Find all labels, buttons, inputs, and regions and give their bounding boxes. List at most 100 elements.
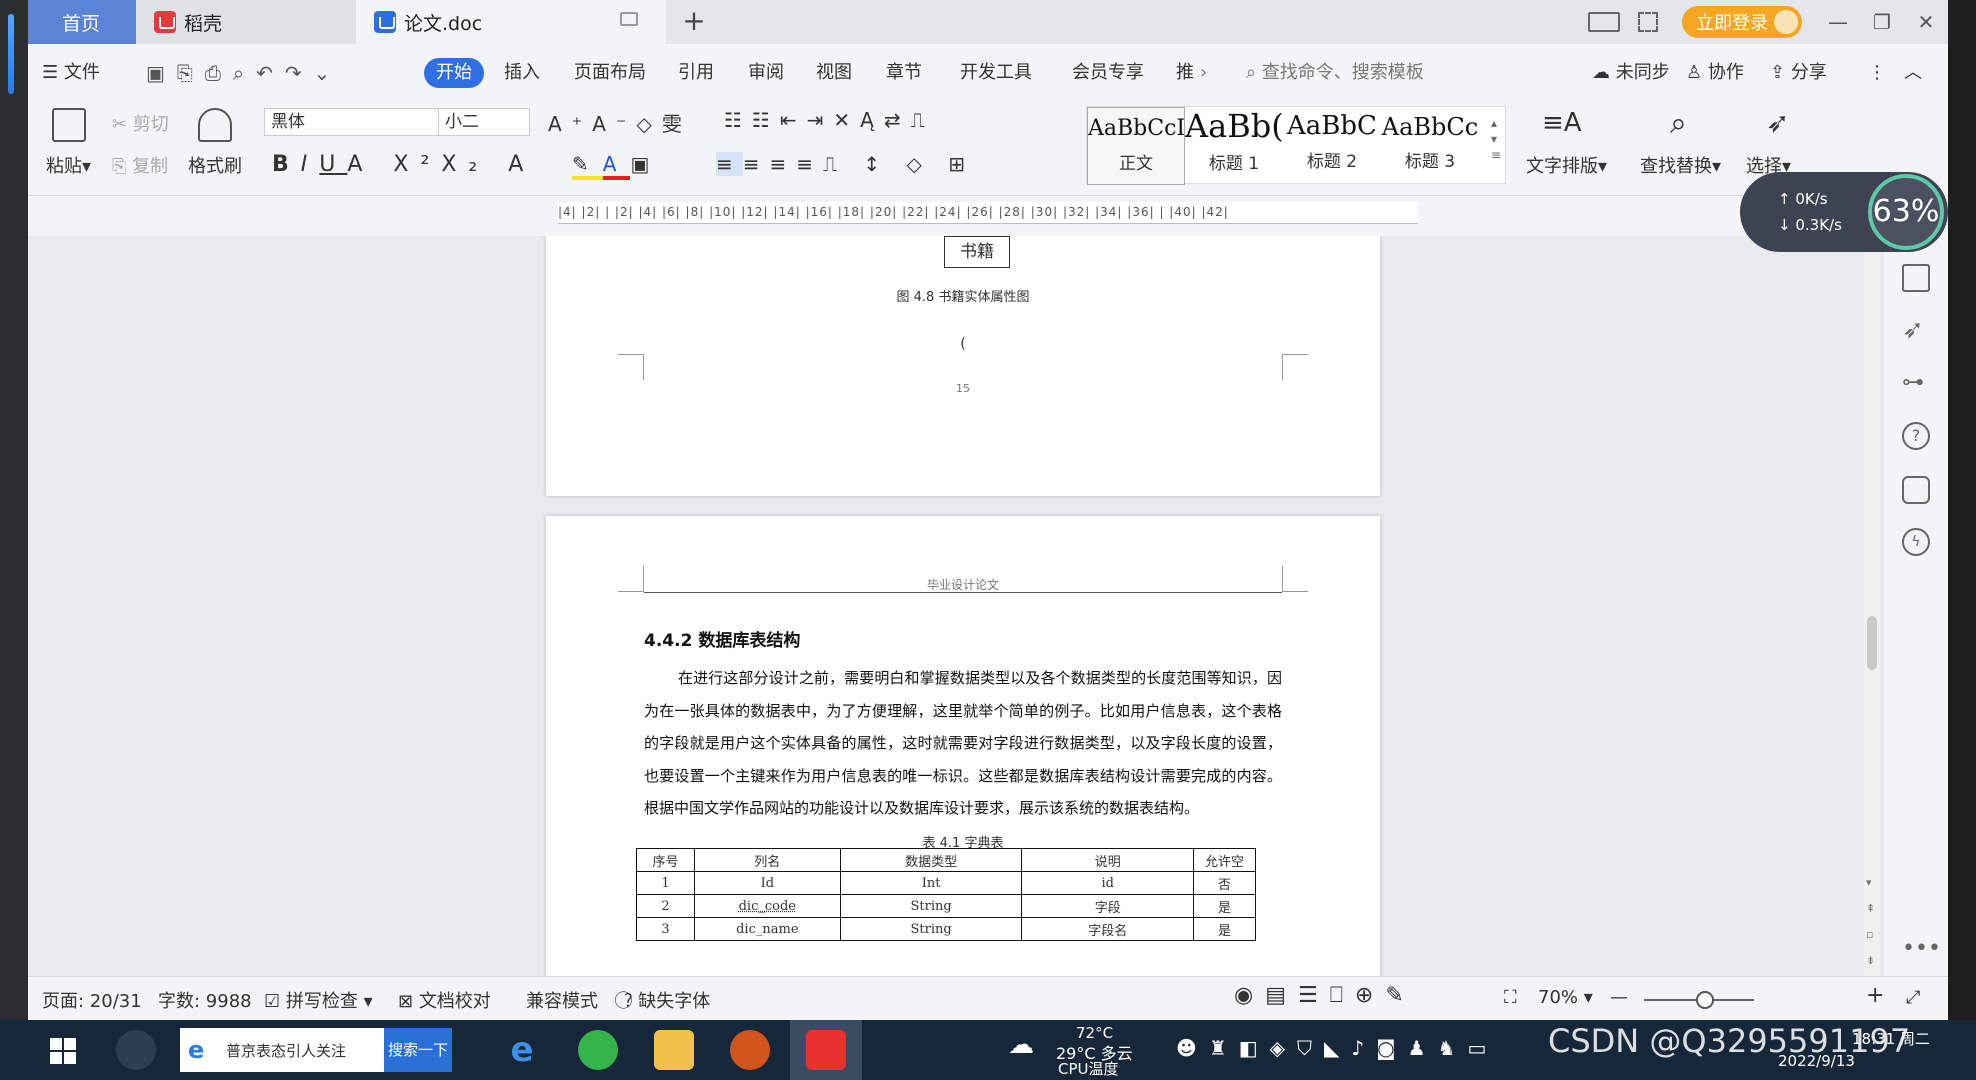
menu-insert[interactable]: 插入 <box>504 58 540 88</box>
zoom-out-button[interactable]: — <box>1610 987 1628 1008</box>
more-options-icon[interactable]: ⋮ <box>1868 58 1886 88</box>
tab-monitor-icon[interactable] <box>620 12 638 26</box>
app-s-icon[interactable] <box>116 1030 156 1070</box>
paste-icon[interactable] <box>52 108 86 142</box>
collapse-ribbon-icon[interactable]: ︿ <box>1904 58 1922 88</box>
network-monitor-widget[interactable]: ↑ 0K/s ↓ 0.3K/s 63% <box>1740 172 1948 252</box>
minimize-icon[interactable]: — <box>1816 10 1860 34</box>
restore-icon[interactable]: ❐ <box>1860 10 1904 34</box>
menu-chapter[interactable]: 章节 <box>886 58 922 88</box>
scroll-nav-icons[interactable]: ▾ ⇞ ▫ ⇟ <box>1866 870 1875 974</box>
game-app-icon[interactable] <box>730 1030 770 1070</box>
spell-check-button[interactable]: ☑ 拼写检查 ▾ <box>264 987 373 1013</box>
style-heading-3[interactable]: AaBbCc 标题 3 <box>1381 107 1479 185</box>
menu-reference[interactable]: 引用 <box>678 58 714 88</box>
zoom-label: 70% <box>1538 987 1579 1008</box>
command-search[interactable]: ⌕ 查找命令、搜索模板 <box>1246 58 1424 88</box>
style-heading-2[interactable]: AaBbC 标题 2 <box>1283 107 1381 185</box>
missing-font-label: 缺失字体 <box>638 991 711 1012</box>
text-format-tools[interactable]: BIUA X²X₂ A <box>272 152 535 177</box>
more-dots-icon[interactable]: ••• <box>1902 936 1941 964</box>
ie-browser-icon[interactable]: e <box>502 1030 542 1070</box>
menu-member[interactable]: 会员专享 <box>1072 58 1144 88</box>
file-explorer-icon[interactable] <box>654 1030 694 1070</box>
margin-corner <box>1282 354 1308 380</box>
close-icon[interactable]: ✕ <box>1904 10 1948 34</box>
missing-font-button[interactable]: ?⃝ 缺失字体 <box>624 987 710 1013</box>
help-icon[interactable]: ? <box>1902 422 1930 450</box>
share-button[interactable]: ⇪ 分享 <box>1770 58 1827 88</box>
vertical-scrollbar[interactable]: ▾ ⇞ ▫ ⇟ <box>1864 236 1880 976</box>
page-header: 毕业设计论文 <box>926 578 999 592</box>
table-row: 3 dic_name String 字段名 是 <box>636 917 1256 941</box>
weather-cloud-icon: ☁ <box>1008 1030 1034 1060</box>
collab-button[interactable]: ♙ 协作 <box>1686 58 1744 88</box>
layout-icon[interactable] <box>1588 12 1620 32</box>
style-normal[interactable]: AaBbCcI 正文 <box>1087 107 1185 185</box>
font-size-select[interactable]: 小二 <box>438 108 530 136</box>
paste-button[interactable]: 粘贴▾ <box>46 152 91 178</box>
scroll-thumb[interactable] <box>1867 616 1877 670</box>
taskbar-search[interactable]: e 普京表态引人关注 搜索一下 <box>180 1028 452 1072</box>
menu-start[interactable]: 开始 <box>424 58 484 88</box>
paragraph-align-tools[interactable]: ≡≡≡≡⎍ ↕ ◇ ⊞ <box>716 152 975 176</box>
menu-view[interactable]: 视图 <box>816 58 852 88</box>
find-replace-button[interactable]: 查找替换▾ <box>1640 152 1721 178</box>
col-header: 允许空 <box>1193 848 1256 872</box>
wps-taskbar-button[interactable] <box>790 1020 862 1080</box>
zoom-slider-knob[interactable] <box>1695 991 1714 1009</box>
format-painter-icon[interactable] <box>198 108 232 142</box>
highlight-color-tools[interactable]: ✎A▣ <box>572 152 663 180</box>
tab-document[interactable]: 论文.doc <box>356 0 666 44</box>
system-tray-icons[interactable]: ☻♜◧◈⛉◣♪◙♟♞▭ <box>1176 1036 1498 1060</box>
fit-page-icon[interactable]: ⛶ <box>1504 987 1517 1008</box>
font-size-tools[interactable]: A⁺A⁻◇雯 <box>548 108 692 137</box>
dictionary-table[interactable]: 序号 列名 数据类型 说明 允许空 1 Id Int id 否 2 dic_co… <box>636 848 1256 941</box>
page-15[interactable]: 书籍 图 4.8 书籍实体属性图 ( 15 <box>546 236 1380 496</box>
new-tab-button[interactable]: + <box>678 6 710 38</box>
margin-corner <box>618 566 644 592</box>
quick-access-toolbar[interactable]: ▣⎘⎙⌕↶↷⌄ <box>146 58 342 88</box>
text-layout-button[interactable]: 文字排版▾ <box>1526 152 1607 178</box>
menu-developer[interactable]: 开发工具 <box>960 58 1032 88</box>
view-mode-icons[interactable]: ◉▤☰⎕⊕✎ <box>1234 983 1416 1008</box>
style-gallery-scroll-icon[interactable]: ▴ ▾ ≡ <box>1491 115 1501 163</box>
list-indent-tools[interactable]: ☷☷⇤⇥✕Ą⇄⎍ <box>724 108 935 132</box>
menu-recommend[interactable]: 推 <box>1176 58 1194 88</box>
lightning-icon[interactable]: ϟ <box>1902 528 1930 556</box>
tab-home[interactable]: 首页 <box>28 0 136 44</box>
grid-apps-icon[interactable] <box>1638 12 1658 32</box>
font-family-select[interactable]: 黑体 <box>264 108 440 136</box>
tab-daoke[interactable]: 稻壳 <box>136 0 356 44</box>
menu-page-layout[interactable]: 页面布局 <box>574 58 646 88</box>
fullscreen-icon[interactable]: ⤢ <box>1906 987 1920 1008</box>
windows-start-icon[interactable] <box>50 1038 76 1064</box>
slider-settings-icon[interactable]: ⊶ <box>1902 370 1930 398</box>
page-16[interactable]: 毕业设计论文 4.4.2 数据库表结构 在进行这部分设计之前，需要明白和掌握数据… <box>546 516 1380 976</box>
cut-button[interactable]: ✂ 剪切 <box>112 110 169 136</box>
window-controls: — ❐ ✕ <box>1816 0 1948 44</box>
browser-360-icon[interactable] <box>578 1030 618 1070</box>
file-menu[interactable]: ☰ 文件 <box>42 58 100 88</box>
format-painter-button[interactable]: 格式刷 <box>188 152 242 178</box>
copy-button[interactable]: ⎘ 复制 <box>112 152 168 178</box>
cursor-icon[interactable]: ➶ <box>1902 316 1930 344</box>
horizontal-ruler[interactable]: |4| |2| | |2| |4| |6| |8| |10| |12| |14|… <box>28 196 1948 236</box>
menu-more-chevron-icon[interactable]: › <box>1200 58 1207 88</box>
col-header: 说明 <box>1021 848 1195 872</box>
image-tool-icon[interactable] <box>1902 476 1930 504</box>
edit-pen-icon[interactable] <box>1902 264 1930 292</box>
login-button[interactable]: 立即登录 <box>1682 6 1802 38</box>
word-count[interactable]: 字数: 9988 <box>158 987 252 1013</box>
menu-review[interactable]: 审阅 <box>748 58 784 88</box>
proofread-button[interactable]: ⊠ 文档校对 <box>398 987 491 1013</box>
zoom-level[interactable]: 70% ▾ <box>1538 987 1593 1008</box>
zoom-in-button[interactable]: + <box>1866 983 1884 1008</box>
style-heading-1[interactable]: AaBb(标题 1 <box>1185 107 1283 185</box>
table-cell: 字段名 <box>1021 917 1195 941</box>
cpu-temp-label: CPU温度 <box>1058 1060 1119 1078</box>
page-indicator[interactable]: 页面: 20/31 <box>42 987 142 1013</box>
sync-button[interactable]: ☁ 未同步 <box>1592 58 1670 88</box>
document-canvas[interactable]: 书籍 图 4.8 书籍实体属性图 ( 15 毕业设计论文 4.4.2 数据库表结… <box>28 236 1948 976</box>
search-go-button[interactable]: 搜索一下 <box>384 1028 452 1072</box>
